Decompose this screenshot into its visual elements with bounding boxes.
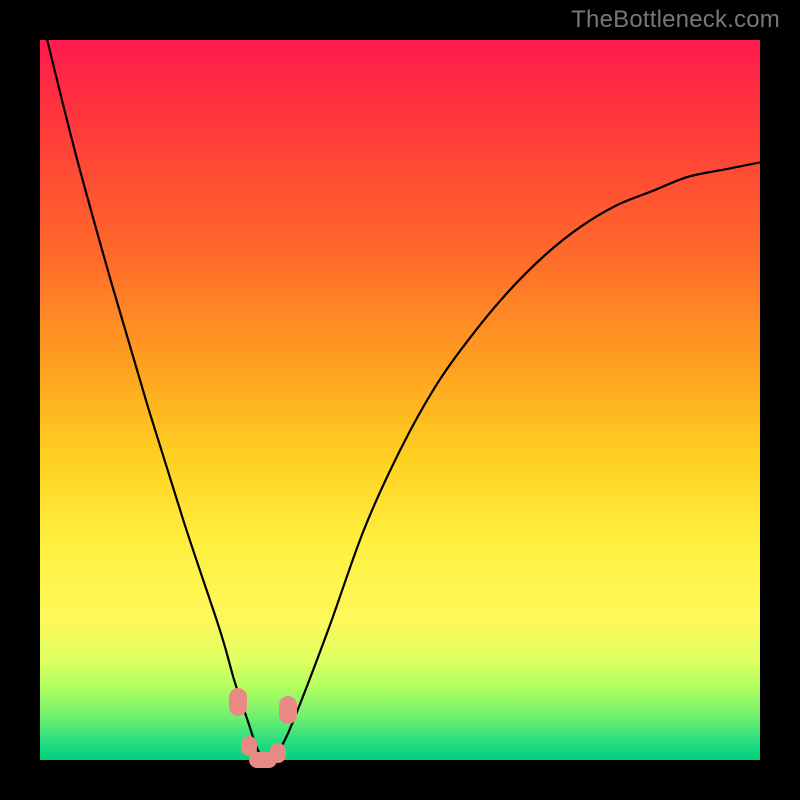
- bottleneck-curve: [47, 40, 760, 760]
- chart-frame: TheBottleneck.com: [0, 0, 800, 800]
- watermark-text: TheBottleneck.com: [571, 6, 780, 34]
- curve-svg: [40, 40, 760, 760]
- curve-marker: [270, 743, 286, 763]
- curve-marker: [229, 688, 247, 716]
- curve-marker: [279, 696, 297, 724]
- plot-area: [40, 40, 760, 760]
